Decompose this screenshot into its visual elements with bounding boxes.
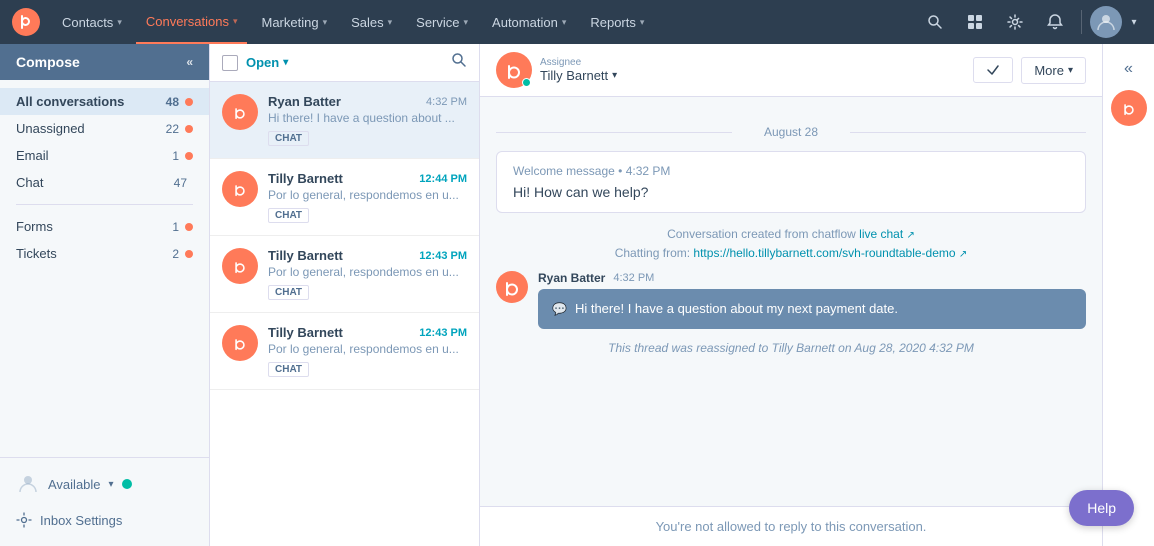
conversation-item[interactable]: Tilly Barnett 12:43 PM Por lo general, r…: [210, 236, 479, 313]
conversation-list-header: Open ▾: [210, 44, 479, 82]
resolve-button[interactable]: [973, 57, 1013, 83]
conv-avatar: [222, 171, 258, 207]
all-conv-dot: [185, 98, 193, 106]
conv-avatar: [222, 248, 258, 284]
sidebar-divider: [16, 204, 193, 205]
contacts-chevron-icon: ▾: [117, 17, 122, 28]
sidebar-item-all-conversations[interactable]: All conversations 48: [0, 88, 209, 115]
open-filter-button[interactable]: Open ▾: [246, 55, 288, 70]
sidebar-item-chat[interactable]: Chat 47: [0, 169, 209, 196]
header-actions: More ▾: [973, 57, 1086, 84]
live-chat-link[interactable]: live chat: [859, 227, 903, 241]
conv-content: Tilly Barnett 12:43 PM Por lo general, r…: [268, 248, 467, 300]
settings-icon[interactable]: [997, 4, 1033, 40]
marketing-chevron-icon: ▾: [323, 17, 328, 28]
sidebar-item-unassigned[interactable]: Unassigned 22: [0, 115, 209, 142]
assignee-name-button[interactable]: Tilly Barnett ▾: [540, 68, 617, 83]
message-avatar: [496, 271, 528, 303]
message-bubble: 💬 Hi there! I have a question about my n…: [538, 289, 1086, 329]
app-layout: Compose « All conversations 48 Unassigne…: [0, 0, 1154, 546]
external-link-icon2: ↗: [959, 249, 967, 260]
hubspot-actions-button[interactable]: [1111, 90, 1147, 126]
conversation-item[interactable]: Ryan Batter 4:32 PM Hi there! I have a q…: [210, 82, 479, 159]
main-chat: Assignee Tilly Barnett ▾ More ▾: [480, 44, 1102, 546]
available-status-button[interactable]: Available ▾: [16, 466, 193, 502]
inbox-settings-button[interactable]: Inbox Settings: [16, 506, 193, 534]
right-sidebar: «: [1102, 44, 1154, 546]
sidebar-item-email[interactable]: Email 1: [0, 142, 209, 169]
marketplace-icon[interactable]: [957, 4, 993, 40]
nav-conversations[interactable]: Conversations ▾: [136, 0, 248, 44]
chat-messages: August 28 Welcome message • 4:32 PM Hi! …: [480, 97, 1102, 506]
sidebar-item-tickets[interactable]: Tickets 2: [0, 240, 209, 267]
filter-chevron-icon: ▾: [283, 57, 288, 68]
automation-chevron-icon: ▾: [562, 17, 567, 28]
external-link-icon: ↗: [907, 230, 915, 241]
nav-reports[interactable]: Reports ▾: [580, 0, 654, 44]
assignee-info: Assignee Tilly Barnett ▾: [540, 57, 617, 83]
conversations-chevron-icon: ▾: [233, 16, 238, 27]
available-dot: [122, 479, 132, 489]
message-meta: Ryan Batter 4:32 PM: [538, 271, 1086, 285]
sales-chevron-icon: ▾: [388, 17, 393, 28]
gear-icon: [16, 512, 32, 528]
nav-divider: [1081, 10, 1082, 34]
conv-content: Tilly Barnett 12:43 PM Por lo general, r…: [268, 325, 467, 377]
reply-notice: You're not allowed to reply to this conv…: [480, 506, 1102, 546]
nav-service[interactable]: Service ▾: [406, 0, 478, 44]
tickets-dot: [185, 250, 193, 258]
help-button[interactable]: Help: [1069, 490, 1134, 526]
notifications-icon[interactable]: [1037, 4, 1073, 40]
unassigned-dot: [185, 125, 193, 133]
hubspot-logo[interactable]: [12, 8, 40, 36]
sidebar-navigation: All conversations 48 Unassigned 22 Email…: [0, 80, 209, 457]
nav-marketing[interactable]: Marketing ▾: [251, 0, 337, 44]
user-avatar[interactable]: [1090, 6, 1122, 38]
conv-avatar: [222, 325, 258, 361]
conv-avatar: [222, 94, 258, 130]
sidebar-bottom: Available ▾ Inbox Settings: [0, 457, 209, 546]
conversation-item[interactable]: Tilly Barnett 12:43 PM Por lo general, r…: [210, 313, 479, 390]
chat-header: Assignee Tilly Barnett ▾ More ▾: [480, 44, 1102, 97]
compose-collapse-icon: «: [186, 55, 193, 69]
message-bubble-wrap: Ryan Batter 4:32 PM 💬 Hi there! I have a…: [538, 271, 1086, 329]
welcome-message-bubble: Welcome message • 4:32 PM Hi! How can we…: [496, 151, 1086, 213]
select-all-checkbox[interactable]: [222, 55, 238, 71]
assignee-chevron-icon: ▾: [612, 70, 617, 81]
conversation-item[interactable]: Tilly Barnett 12:44 PM Por lo general, r…: [210, 159, 479, 236]
system-info: Conversation created from chatflow live …: [496, 225, 1086, 263]
chat-message-row: Ryan Batter 4:32 PM 💬 Hi there! I have a…: [496, 271, 1086, 329]
conv-content: Ryan Batter 4:32 PM Hi there! I have a q…: [268, 94, 467, 146]
nav-contacts[interactable]: Contacts ▾: [52, 0, 132, 44]
sidebar-item-forms[interactable]: Forms 1: [0, 213, 209, 240]
more-button[interactable]: More ▾: [1021, 57, 1086, 84]
chatting-from-url[interactable]: https://hello.tillybarnett.com/svh-round…: [693, 246, 955, 260]
reassigned-notice: This thread was reassigned to Tilly Barn…: [496, 341, 1086, 355]
date-divider: August 28: [496, 125, 1086, 139]
email-dot: [185, 152, 193, 160]
conv-content: Tilly Barnett 12:44 PM Por lo general, r…: [268, 171, 467, 223]
online-status-dot: [522, 78, 531, 87]
conversation-list: Open ▾ Ryan Batter 4:32 PM Hi there!: [210, 44, 480, 546]
nav-automation[interactable]: Automation ▾: [482, 0, 576, 44]
conversation-items: Ryan Batter 4:32 PM Hi there! I have a q…: [210, 82, 479, 546]
compose-button[interactable]: Compose «: [0, 44, 209, 80]
more-chevron-icon: ▾: [1068, 65, 1073, 76]
search-button[interactable]: [917, 4, 953, 40]
assignee-section: Assignee Tilly Barnett ▾: [496, 52, 617, 88]
account-chevron-icon[interactable]: ▾: [1126, 4, 1142, 40]
service-chevron-icon: ▾: [464, 17, 469, 28]
right-collapse-button[interactable]: «: [1120, 56, 1137, 82]
assignee-avatar-wrap: [496, 52, 532, 88]
conversation-search-button[interactable]: [451, 52, 467, 73]
left-sidebar: Compose « All conversations 48 Unassigne…: [0, 44, 210, 546]
forms-dot: [185, 223, 193, 231]
available-chevron-icon: ▾: [109, 479, 114, 490]
nav-sales[interactable]: Sales ▾: [341, 0, 402, 44]
reports-chevron-icon: ▾: [640, 17, 645, 28]
top-navigation: Contacts ▾ Conversations ▾ Marketing ▾ S…: [0, 0, 1154, 44]
person-icon: [16, 472, 40, 496]
chat-bubble-icon: 💬: [552, 300, 567, 318]
